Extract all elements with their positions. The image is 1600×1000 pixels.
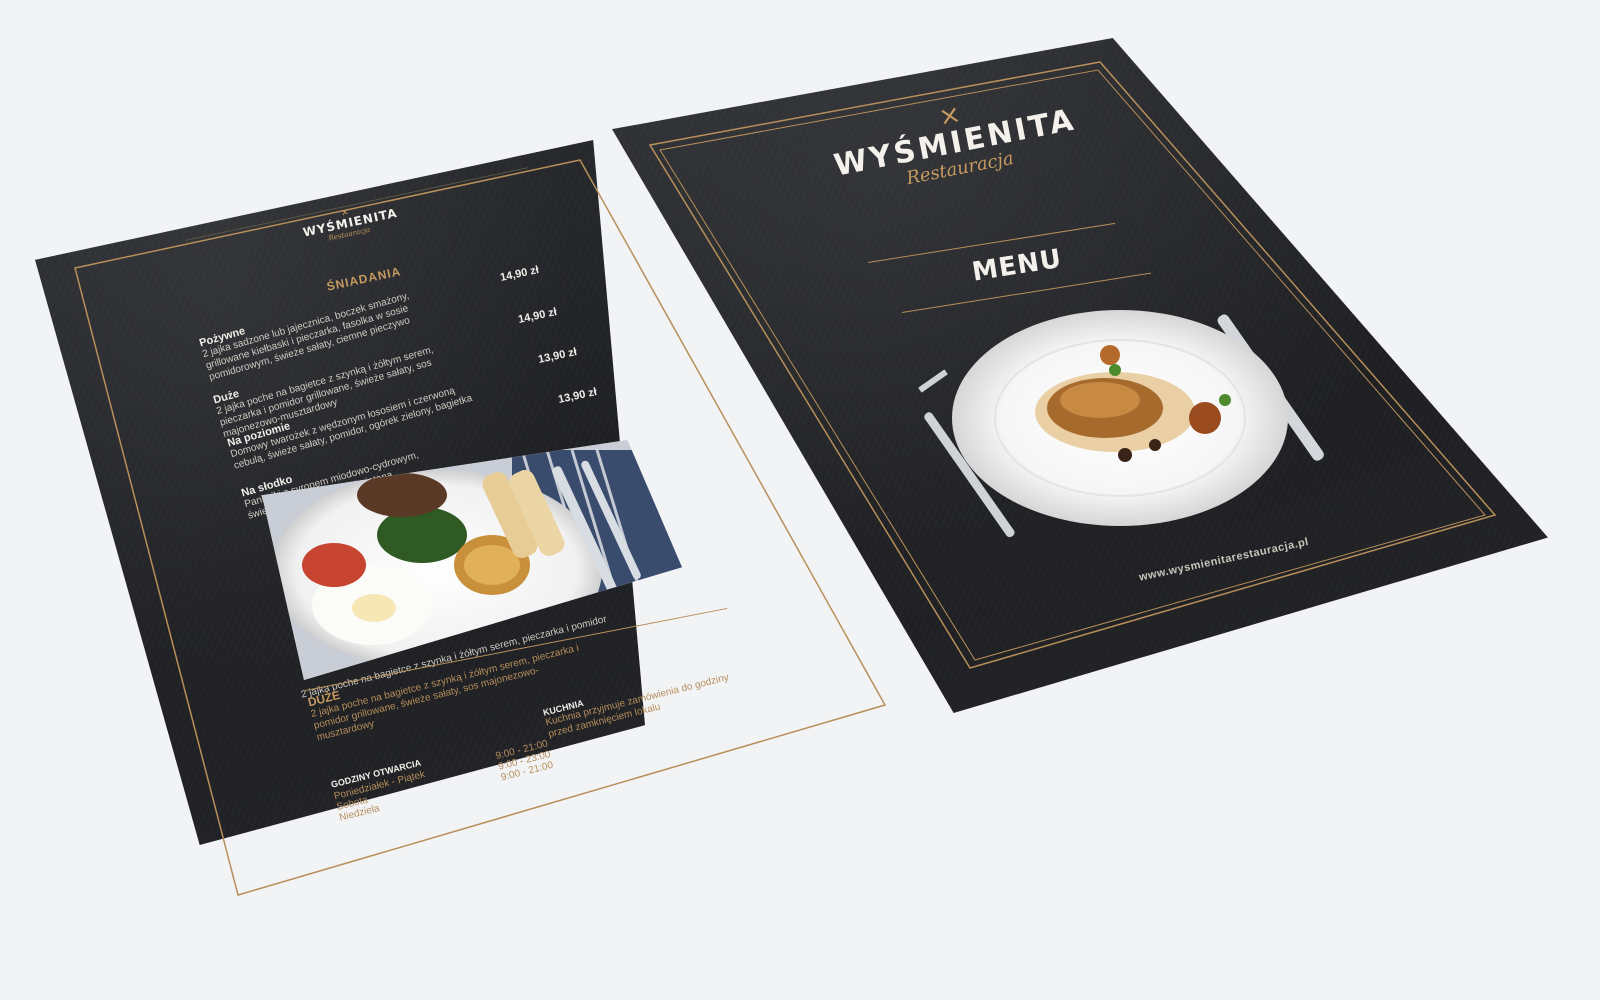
right-menu-page	[612, 38, 1548, 713]
menu-mockup-scene: ✕ WYŚMIENITA Restauracja ŚNIADANIA 14,90…	[0, 0, 1600, 1000]
hours-time: 9:00 - 21:00	[499, 759, 555, 784]
hours-day: Niedziela	[338, 803, 381, 824]
left-menu-page	[35, 140, 645, 845]
